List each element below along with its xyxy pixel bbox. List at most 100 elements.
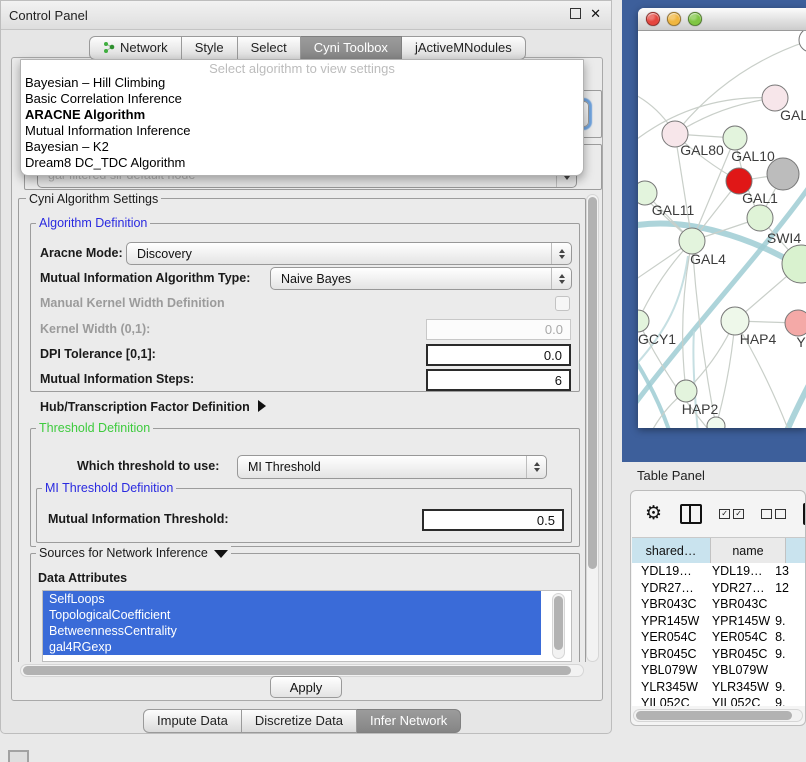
tab-label: jActiveMNodules (415, 40, 512, 55)
table-horizontal-scrollbar[interactable] (633, 709, 803, 722)
network-edge[interactable] (638, 98, 775, 146)
network-canvas[interactable]: GAL7GAL80GAL10GAL11GAL1SWI4GAL4GCY1HAP4Y… (638, 31, 806, 428)
combo-stepper-icon (551, 243, 571, 264)
window-minimize-icon[interactable] (667, 12, 681, 26)
apply-button[interactable]: Apply (270, 676, 342, 698)
window-close-icon[interactable] (646, 12, 660, 26)
network-desktop: GAL7GAL80GAL10GAL11GAL1SWI4GAL4GCY1HAP4Y… (622, 0, 806, 462)
table-cell: YBR043C (703, 597, 770, 611)
attributes-list-scrollbar[interactable] (552, 593, 565, 659)
algorithm-option-dream8-dc-tdc-algorithm[interactable]: Dream8 DC_TDC Algorithm (21, 155, 583, 171)
network-node-label: GAL1 (742, 190, 778, 206)
data-attributes-list: SelfLoopsTopologicalCoefficientBetweenne… (42, 590, 572, 662)
table-row[interactable]: YDL19…YDL19…13 (632, 563, 806, 580)
table-row[interactable]: YIL052CYIL052C9. (632, 695, 806, 706)
table-panel: Table Panel ⚙ ✓✓ shared…name YDL19…YDL19… (622, 462, 806, 762)
network-edge[interactable] (716, 321, 735, 426)
bottom-tab-discretize-data[interactable]: Discretize Data (242, 709, 357, 733)
table-row[interactable]: YBL079WYBL079W (632, 662, 806, 679)
table-row[interactable]: YER054CYER054C8. (632, 629, 806, 646)
column-header-clipped[interactable] (786, 538, 806, 564)
attribute-item-topologicalcoefficient[interactable]: TopologicalCoefficient (43, 607, 541, 623)
column-header-name[interactable]: name (711, 538, 786, 564)
tab-network[interactable]: Network (89, 36, 182, 60)
tab-jactivemnodules[interactable]: jActiveMNodules (402, 36, 526, 60)
tab-label: Cyni Toolbox (314, 40, 388, 55)
algorithm-option-bayesian-k2[interactable]: Bayesian – K2 (21, 139, 583, 155)
manual-kernel-width-checkbox[interactable] (555, 296, 570, 311)
algorithm-option-basic-correlation-inference[interactable]: Basic Correlation Inference (21, 91, 583, 107)
network-node-label: GAL4 (690, 251, 726, 267)
attribute-item-betweennesscentrality[interactable]: BetweennessCentrality (43, 623, 541, 639)
dpi-tolerance-label: DPI Tolerance [0,1]: (40, 347, 156, 361)
table-cell: 9. (770, 696, 806, 706)
table-row[interactable]: YPR145WYPR145W9. (632, 613, 806, 630)
network-node-label: SWI4 (767, 230, 801, 246)
table-cell: 13 (770, 564, 806, 578)
mi-threshold-field[interactable]: 0.5 (422, 509, 564, 531)
table-cell: YDL19… (703, 564, 770, 578)
tab-style[interactable]: Style (182, 36, 238, 60)
network-node-gcy1[interactable] (638, 310, 649, 332)
algorithm-definition-title: Algorithm Definition (36, 216, 150, 230)
table-cell: YBR045C (632, 647, 703, 661)
algorithm-option-aracne-algorithm[interactable]: ARACNE Algorithm (21, 107, 583, 123)
window-zoom-icon[interactable] (688, 12, 702, 26)
table-row[interactable]: YBR043CYBR043C (632, 596, 806, 613)
select-all-checks-icon[interactable]: ✓✓ (719, 509, 744, 519)
dpi-tolerance-field[interactable]: 0.0 (426, 344, 571, 366)
split-columns-icon[interactable] (680, 504, 702, 524)
kernel-width-field[interactable]: 0.0 (426, 319, 571, 340)
aracne-mode-combobox[interactable]: Discovery (126, 242, 572, 265)
network-node[interactable] (707, 417, 725, 428)
mi-algorithm-type-combobox[interactable]: Naive Bayes (270, 267, 572, 290)
network-node-label: Y (796, 334, 806, 350)
table-row[interactable]: YDR27…YDR27…12 (632, 580, 806, 597)
mi-steps-field[interactable]: 6 (426, 369, 571, 391)
manual-kernel-width-label: Manual Kernel Width Definition (40, 296, 225, 310)
table-cell: YDL19… (632, 564, 703, 578)
table-row[interactable]: YLR345WYLR345W9. (632, 679, 806, 696)
network-node-y[interactable] (785, 310, 806, 336)
network-edge-highlighted[interactable] (786, 375, 806, 428)
tab-label: Discretize Data (255, 713, 343, 728)
hub-tf-definition-toggle[interactable]: Hub/Transcription Factor Definition (40, 400, 266, 414)
settings-vertical-scrollbar[interactable] (586, 194, 599, 662)
column-header-shared[interactable]: shared… (632, 538, 711, 564)
combo-stepper-icon (551, 268, 571, 289)
mi-steps-label: Mutual Information Steps: (40, 372, 194, 386)
table-cell: YLR345W (703, 680, 770, 694)
network-node-hap2[interactable] (675, 380, 697, 402)
network-node[interactable] (799, 31, 806, 52)
network-node-gal1[interactable] (747, 205, 773, 231)
settings-gear-icon[interactable]: ⚙ (645, 504, 662, 524)
table-cell: YDR27… (703, 581, 770, 595)
network-node-gal10[interactable] (723, 126, 747, 150)
deselect-all-checks-icon[interactable] (761, 509, 786, 519)
bottom-tab-impute-data[interactable]: Impute Data (143, 709, 242, 733)
float-window-icon[interactable] (570, 8, 581, 19)
attribute-item-gal4rgexp[interactable]: gal4RGexp (43, 639, 541, 655)
close-icon[interactable]: ✕ (590, 7, 601, 20)
table-row[interactable]: YBR045CYBR045C9. (632, 646, 806, 663)
table-cell: 9. (770, 680, 806, 694)
network-node-label: HAP2 (682, 401, 719, 417)
network-edge-highlighted[interactable] (638, 349, 670, 428)
bottom-tab-infer-network[interactable]: Infer Network (357, 709, 461, 733)
tab-select[interactable]: Select (238, 36, 301, 60)
attribute-item-selfloops[interactable]: SelfLoops (43, 591, 541, 607)
algorithm-option-bayesian-hill-climbing[interactable]: Bayesian – Hill Climbing (21, 75, 583, 91)
tab-label: Network (120, 40, 168, 55)
sources-title[interactable]: Sources for Network Inference (36, 546, 231, 560)
expand-right-icon (258, 400, 266, 412)
control-panel-bottom-tabs: Impute Data Discretize Data Infer Network (143, 709, 461, 733)
algorithm-option-mutual-information-inference[interactable]: Mutual Information Inference (21, 123, 583, 139)
network-window: GAL7GAL80GAL10GAL11GAL1SWI4GAL4GCY1HAP4Y… (638, 8, 806, 428)
tab-cyni-toolbox[interactable]: Cyni Toolbox (301, 36, 402, 60)
table-panel-title: Table Panel (622, 462, 806, 483)
table-cell: 9. (770, 614, 806, 628)
minimized-panel-icon[interactable] (8, 750, 29, 762)
which-threshold-combobox[interactable]: MI Threshold (237, 455, 547, 479)
node-table: ⚙ ✓✓ shared…name YDL19…YDL19…13YDR27…YDR… (630, 490, 806, 726)
tab-label: Impute Data (157, 713, 228, 728)
